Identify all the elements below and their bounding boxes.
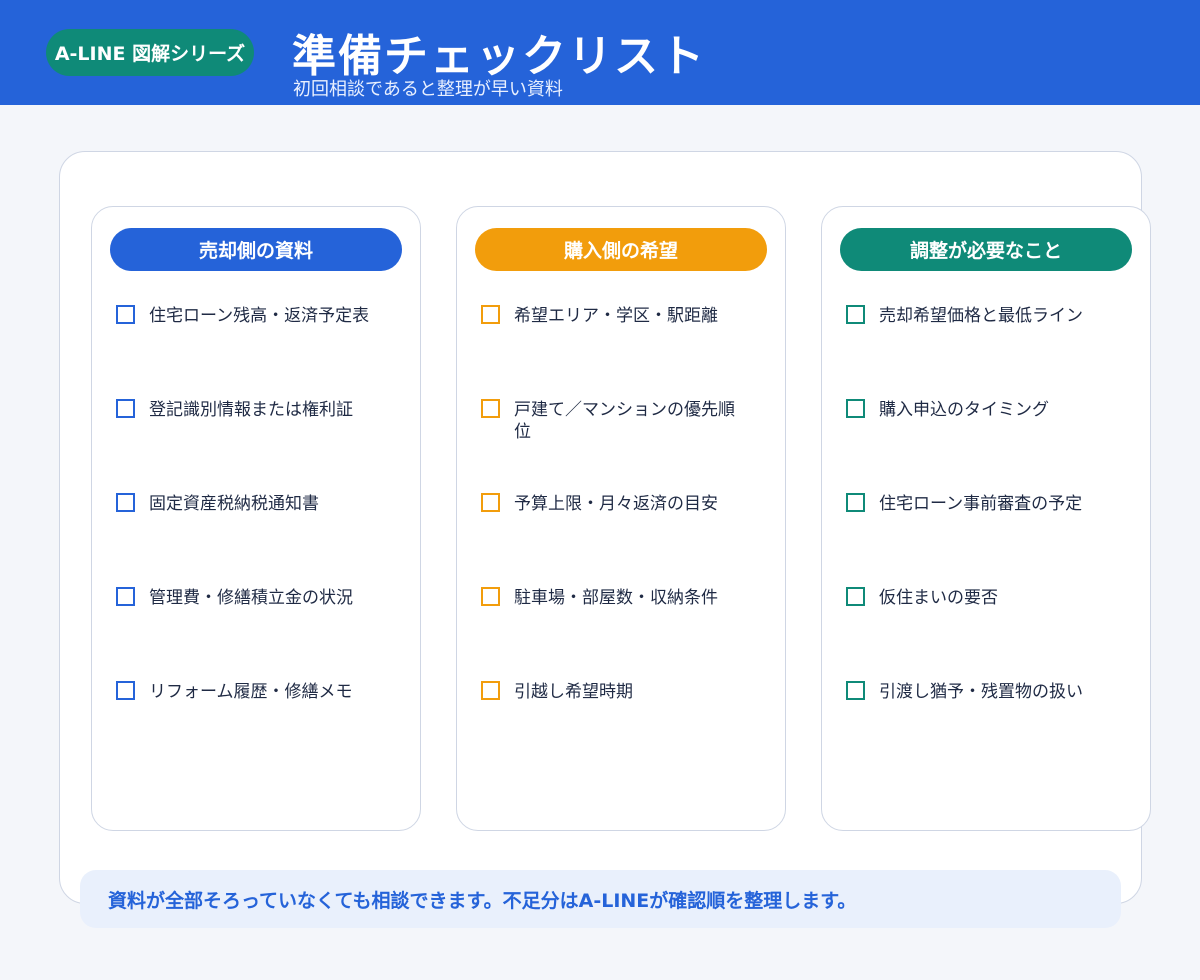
checkbox-icon[interactable] (846, 399, 865, 418)
item-label: 希望エリア・学区・駅距離 (514, 306, 718, 326)
checkbox-icon[interactable] (116, 399, 135, 418)
page-subtitle: 初回相談であると整理が早い資料 (293, 79, 563, 100)
checkbox-icon[interactable] (116, 493, 135, 512)
checklist-item[interactable]: 仮住まいの要否 (846, 587, 1136, 609)
checklist-item[interactable]: 予算上限・月々返済の目安 (481, 493, 771, 515)
checklist-item[interactable]: リフォーム履歴・修繕メモ (116, 681, 406, 703)
item-label: 戸建て／マンションの優先順位 (514, 400, 735, 442)
checklist-item[interactable]: 住宅ローン残高・返済予定表 (116, 305, 406, 327)
checkbox-icon[interactable] (846, 587, 865, 606)
item-label: 住宅ローン残高・返済予定表 (149, 306, 370, 326)
checklist-item[interactable]: 駐車場・部屋数・収納条件 (481, 587, 771, 609)
item-label: 引渡し猶予・残置物の扱い (879, 682, 1083, 702)
column-header: 売却側の資料 (110, 228, 402, 271)
item-label: 売却希望価格と最低ライン (879, 306, 1083, 326)
checkbox-icon[interactable] (846, 681, 865, 700)
item-label: 登記識別情報または権利証 (149, 400, 353, 420)
item-label: 引越し希望時期 (514, 682, 633, 702)
checkbox-icon[interactable] (481, 399, 500, 418)
checkbox-icon[interactable] (481, 681, 500, 700)
checkbox-icon[interactable] (481, 587, 500, 606)
checklist-item[interactable]: 固定資産税納税通知書 (116, 493, 406, 515)
checklist-item[interactable]: 売却希望価格と最低ライン (846, 305, 1136, 327)
column-buyer-wishes: 購入側の希望 希望エリア・学区・駅距離 戸建て／マンションの優先順位 予算上限・… (456, 206, 786, 831)
checklist-item[interactable]: 住宅ローン事前審査の予定 (846, 493, 1136, 515)
item-label: 購入申込のタイミング (879, 400, 1049, 420)
checklist-item[interactable]: 引越し希望時期 (481, 681, 771, 703)
item-label: リフォーム履歴・修繕メモ (149, 682, 353, 702)
footer-note: 資料が全部そろっていなくても相談できます。不足分はA-LINEが確認順を整理しま… (80, 870, 1121, 928)
checklist-item[interactable]: 希望エリア・学区・駅距離 (481, 305, 771, 327)
checkbox-icon[interactable] (116, 681, 135, 700)
column-seller-documents: 売却側の資料 住宅ローン残高・返済予定表 登記識別情報または権利証 固定資産税納… (91, 206, 421, 831)
header-bar: A-LINE 図解シリーズ 準備チェックリスト 初回相談であると整理が早い資料 (0, 0, 1200, 105)
item-label: 予算上限・月々返済の目安 (514, 494, 718, 514)
column-header: 調整が必要なこと (840, 228, 1132, 271)
checklist-item[interactable]: 管理費・修繕積立金の状況 (116, 587, 406, 609)
checklist-item[interactable]: 戸建て／マンションの優先順位 (481, 399, 771, 443)
checkbox-icon[interactable] (116, 587, 135, 606)
checklist-item[interactable]: 引渡し猶予・残置物の扱い (846, 681, 1136, 703)
page-title: 準備チェックリスト (292, 31, 706, 82)
item-label: 住宅ローン事前審査の予定 (879, 494, 1083, 514)
column-header: 購入側の希望 (475, 228, 767, 271)
column-coordination-items: 調整が必要なこと 売却希望価格と最低ライン 購入申込のタイミング 住宅ローン事前… (821, 206, 1151, 831)
checkbox-icon[interactable] (481, 493, 500, 512)
checkbox-icon[interactable] (116, 305, 135, 324)
item-label: 駐車場・部屋数・収納条件 (514, 588, 718, 608)
checklist-item[interactable]: 登記識別情報または権利証 (116, 399, 406, 421)
checkbox-icon[interactable] (846, 305, 865, 324)
series-badge: A-LINE 図解シリーズ (46, 29, 254, 76)
checklist-item[interactable]: 購入申込のタイミング (846, 399, 1136, 421)
item-label: 固定資産税納税通知書 (149, 494, 319, 514)
checkbox-icon[interactable] (481, 305, 500, 324)
item-label: 管理費・修繕積立金の状況 (149, 588, 353, 608)
checkbox-icon[interactable] (846, 493, 865, 512)
item-label: 仮住まいの要否 (879, 588, 998, 608)
